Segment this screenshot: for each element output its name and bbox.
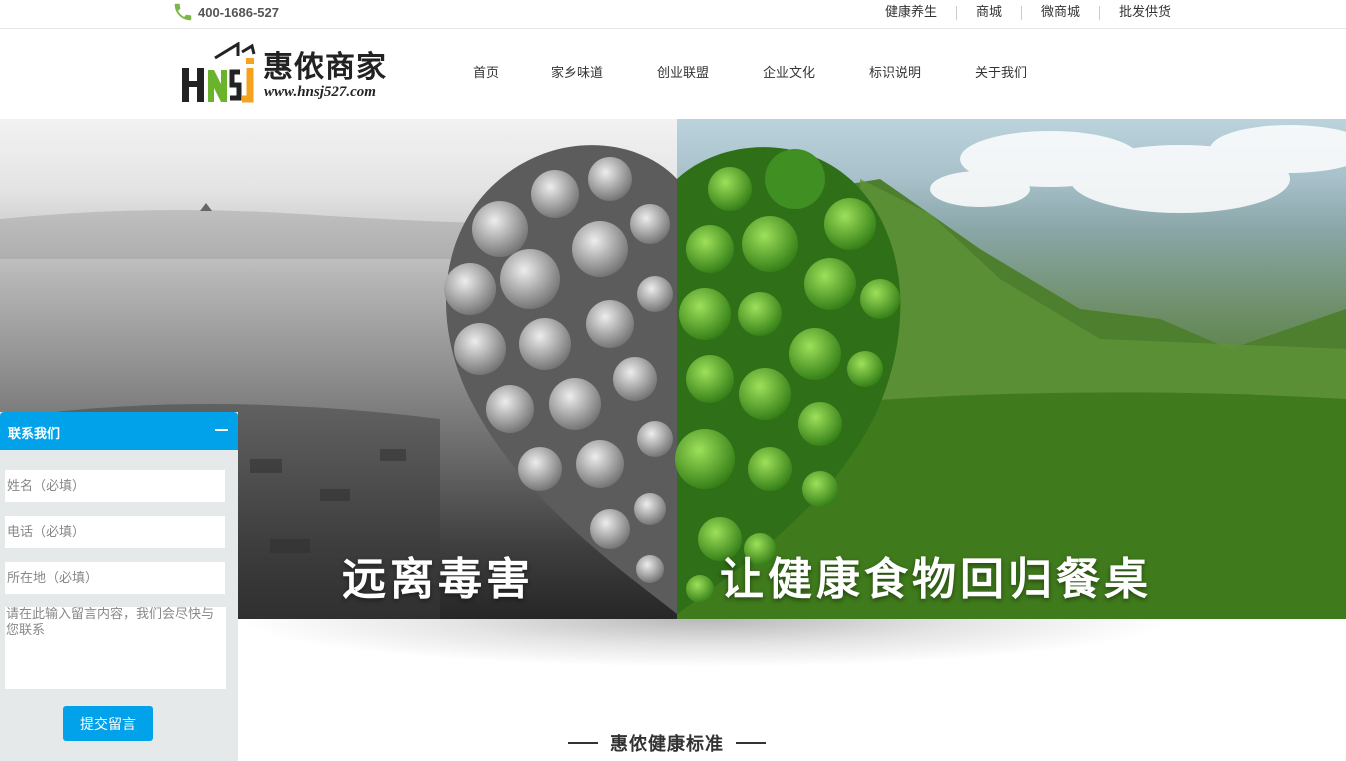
minus-icon[interactable] bbox=[215, 429, 228, 431]
phone-icon bbox=[174, 3, 192, 21]
banner-slogan-right: 让健康食物回归餐桌 bbox=[720, 554, 1152, 605]
nav-item-about-us[interactable]: 关于我们 bbox=[948, 62, 1054, 86]
logo-brand-name: 惠侬商家 bbox=[263, 50, 387, 85]
top-link-wholesale[interactable]: 批发供货 bbox=[1098, 6, 1171, 20]
nav-item-startup-alliance[interactable]: 创业联盟 bbox=[630, 62, 736, 86]
top-links: 健康养生 商城 微商城 批发供货 bbox=[866, 0, 1171, 26]
message-field[interactable] bbox=[5, 607, 226, 689]
logo-url: www.hnsj527.com bbox=[264, 84, 376, 100]
contact-widget: 联系我们 提交留言 bbox=[0, 412, 238, 761]
top-link-mall[interactable]: 商城 bbox=[955, 6, 1021, 20]
section-heading: 惠侬健康标准 bbox=[568, 730, 766, 756]
heading-divider-left bbox=[568, 742, 598, 744]
main-nav: 首页 家乡味道 创业联盟 企业文化 标识说明 关于我们 bbox=[448, 62, 1054, 86]
contact-widget-title: 联系我们 bbox=[8, 427, 61, 442]
hotline: 400-1686-527 bbox=[172, 0, 279, 24]
logo-mark bbox=[182, 42, 256, 103]
nav-item-logo-description[interactable]: 标识说明 bbox=[842, 62, 948, 86]
address-field[interactable] bbox=[5, 562, 225, 594]
contact-widget-header: 联系我们 bbox=[0, 412, 238, 450]
hotline-number: 400-1686-527 bbox=[198, 4, 279, 20]
top-link-wechat-mall[interactable]: 微商城 bbox=[1020, 6, 1099, 20]
nav-item-home[interactable]: 首页 bbox=[448, 62, 524, 86]
top-link-health[interactable]: 健康养生 bbox=[866, 6, 956, 20]
phone-field[interactable] bbox=[5, 516, 225, 548]
top-bar: 400-1686-527 健康养生 商城 微商城 批发供货 bbox=[0, 0, 1346, 29]
section-title: 惠侬健康标准 bbox=[610, 734, 724, 755]
name-field[interactable] bbox=[5, 470, 225, 502]
submit-message-button[interactable]: 提交留言 bbox=[63, 706, 153, 741]
site-logo[interactable]: 惠侬商家 www.hnsj527.com bbox=[182, 42, 387, 104]
banner-slogan-left: 远离毒害 bbox=[342, 554, 534, 605]
nav-item-hometown-flavor[interactable]: 家乡味道 bbox=[524, 62, 630, 86]
heading-divider-right bbox=[736, 742, 766, 744]
banner-shadow bbox=[240, 619, 1170, 667]
nav-item-corporate-culture[interactable]: 企业文化 bbox=[736, 62, 842, 86]
